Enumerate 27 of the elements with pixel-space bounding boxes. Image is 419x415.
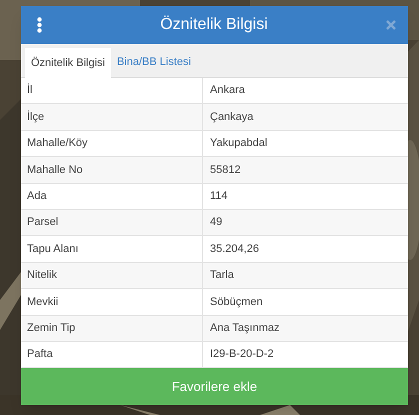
table-cell-text: Yakupabdal bbox=[209, 136, 268, 152]
table-cell: Mahalle No bbox=[21, 157, 203, 183]
table-cell-text: 55812 bbox=[209, 162, 242, 178]
table-cell: Parsel bbox=[21, 210, 203, 236]
table-cell: İl bbox=[21, 78, 203, 104]
table-cell: Tapu Alanı bbox=[21, 236, 203, 262]
table-cell: Mevkii bbox=[21, 289, 203, 315]
table-cell: Zemin Tip bbox=[21, 316, 203, 341]
table-cell-text: Söbüçmen bbox=[209, 294, 264, 310]
table-cell-text: 114 bbox=[209, 189, 229, 204]
table-cell: Mahalle/Köy bbox=[21, 130, 203, 156]
table-cell-text: I29-B-20-D-2 bbox=[209, 347, 275, 362]
table-cell-text: 49 bbox=[209, 215, 224, 230]
table-cell-text: Ankara bbox=[209, 83, 246, 98]
menu-icon[interactable] bbox=[37, 17, 42, 33]
table-cell-text: Ana Taşınmaz bbox=[209, 320, 281, 336]
table-cell: Pafta bbox=[21, 342, 203, 368]
table-cell-text: 35.204,26 bbox=[209, 242, 260, 257]
table-cell: İlçe bbox=[21, 104, 203, 130]
tab[interactable]: Bina/BB Listesi bbox=[110, 47, 197, 77]
table-cell: Nitelik bbox=[21, 262, 203, 288]
table-cell-text: Çankaya bbox=[209, 110, 254, 125]
table-cell-text: Tarla bbox=[209, 268, 235, 284]
add-to-favorites-button[interactable]: Favorilere ekle bbox=[21, 368, 408, 406]
tab[interactable]: Öznitelik Bilgisi bbox=[25, 48, 111, 78]
dialog-title: Öznitelik Bilgisi bbox=[159, 14, 269, 35]
table-cell: Ada bbox=[21, 184, 203, 209]
